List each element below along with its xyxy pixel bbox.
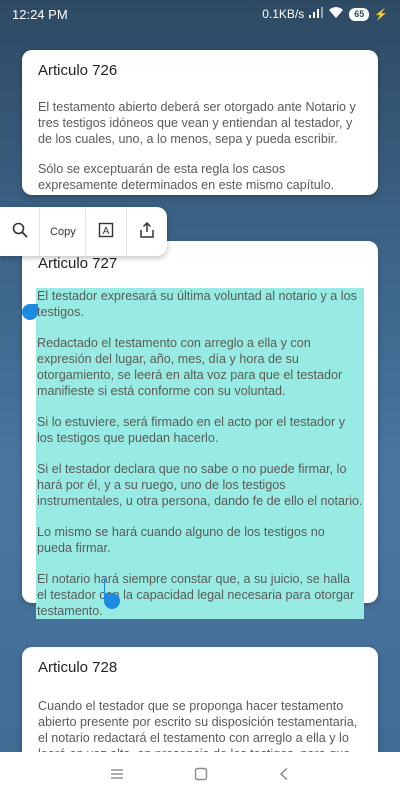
select-all-button[interactable]: A [86,207,127,256]
article-paragraph: El notario hará siempre constar que, a s… [37,571,363,619]
article-paragraph: El testamento abierto deberá ser otorgad… [38,100,356,146]
article-title: Articulo 727 [38,255,118,272]
menu-icon[interactable] [110,767,124,785]
battery-icon: 65 [349,7,370,21]
text-selection-toolbar: Copy A [0,207,167,256]
selection-start-handle[interactable] [22,304,38,320]
article-card-728[interactable]: Articulo 728 Cuando el testador que se p… [22,647,378,767]
status-icons: 0.1KB/s 65 ⚡ [262,6,388,22]
charging-icon: ⚡ [374,8,388,21]
article-paragraph: Lo mismo se hará cuando alguno de los te… [37,524,363,571]
svg-text:A: A [103,226,110,237]
article-paragraph: Sólo se exceptuarán de esta regla los ca… [38,162,335,192]
back-icon[interactable] [278,767,290,786]
share-button[interactable] [127,207,167,256]
selection-end-cursor [104,578,105,594]
status-time: 12:24 PM [12,6,68,22]
article-title: Articulo 728 [38,659,118,676]
select-all-icon: A [98,222,114,241]
signal-icon [309,7,324,21]
wifi-icon [328,6,344,22]
article-title: Articulo 726 [38,62,118,79]
selected-text-block[interactable]: El testador expresará su última voluntad… [36,288,364,619]
copy-button[interactable]: Copy [40,207,87,256]
article-paragraph: Si lo estuviere, será firmado en el acto… [37,414,363,461]
article-card-727[interactable]: Articulo 727 El testador expresará su úl… [22,241,378,619]
share-icon [139,221,155,241]
selection-end-handle[interactable] [104,593,120,609]
article-paragraph: El testador expresará su última voluntad… [37,288,363,335]
article-paragraph: Si el testador declara que no sabe o no … [37,461,363,524]
system-navigation-bar [0,752,400,800]
search-icon [12,222,28,241]
article-card-726[interactable]: Articulo 726 El testamento abierto deber… [22,50,378,195]
search-button[interactable] [0,207,41,256]
article-paragraph: Redactado el testamento con arreglo a el… [37,335,363,414]
status-bar: 12:24 PM 0.1KB/s 65 ⚡ [0,0,400,28]
network-speed: 0.1KB/s [262,7,305,21]
home-icon[interactable] [194,767,208,786]
